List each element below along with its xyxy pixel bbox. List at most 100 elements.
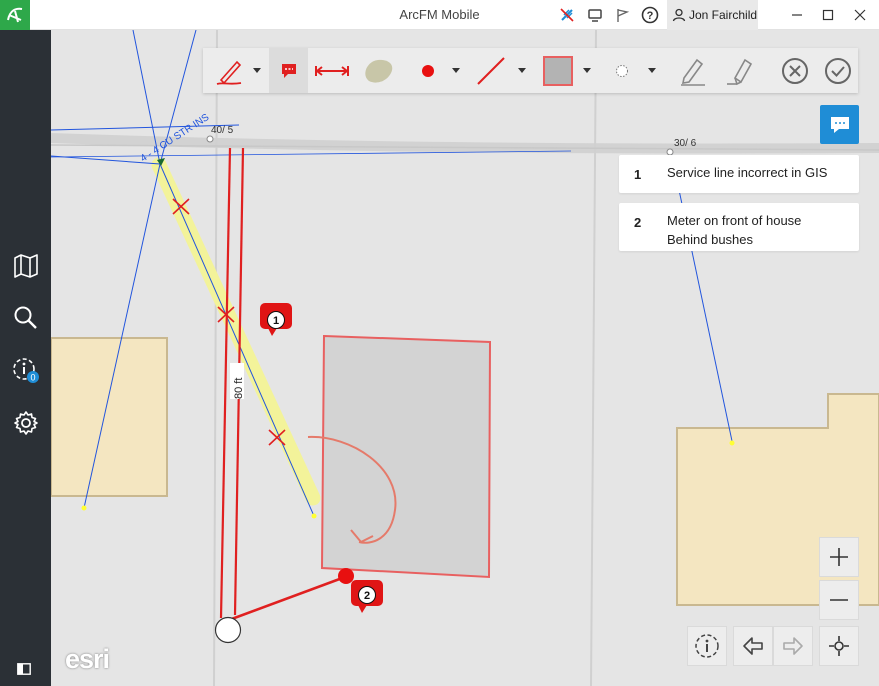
measurement-label: 80 ft — [233, 378, 245, 399]
minus-icon — [830, 599, 848, 601]
eraser-icon — [727, 58, 753, 85]
note-line: Meter on front of house — [667, 213, 802, 228]
note-line: Service line incorrect in GIS — [667, 165, 828, 180]
measure-tool[interactable] — [312, 48, 352, 93]
user-name: Jon Fairchild — [689, 8, 758, 22]
blob-icon — [365, 59, 393, 83]
note-text: Meter on front of house Behind bushes — [667, 211, 801, 249]
note-line: Behind bushes — [667, 232, 754, 247]
map-icon — [13, 254, 38, 278]
point-tool[interactable] — [413, 48, 443, 93]
cancel-circle-icon — [782, 57, 808, 84]
locate-button[interactable] — [819, 626, 859, 666]
edit-tool[interactable] — [674, 48, 712, 93]
minimize-button[interactable] — [781, 0, 813, 30]
sketch-line — [228, 575, 346, 622]
pole-label-left: 40/ 5 — [211, 125, 234, 136]
gis-line — [51, 150, 572, 158]
fill-dropdown[interactable] — [580, 48, 594, 93]
zoom-in-button[interactable] — [819, 537, 859, 577]
arrow-left-icon — [743, 637, 763, 655]
gis-line — [670, 151, 733, 442]
chevron-down-icon — [518, 67, 526, 73]
pen-dropdown[interactable] — [250, 48, 264, 93]
outline-dropdown[interactable] — [645, 48, 659, 93]
back-button[interactable] — [733, 626, 773, 666]
pole-label-right: 30/ 6 — [674, 138, 697, 149]
endpoint — [311, 513, 317, 519]
user-icon — [672, 8, 686, 22]
sketch-area — [320, 334, 492, 579]
pen-tool[interactable] — [211, 48, 249, 93]
sidebar-item-search[interactable] — [0, 298, 51, 338]
user-account[interactable]: Jon Fairchild — [667, 0, 758, 30]
measure-icon — [315, 65, 349, 76]
gps-off-icon[interactable] — [557, 5, 577, 25]
comment-tool[interactable] — [269, 48, 308, 93]
forward-button[interactable] — [773, 626, 813, 666]
gear-icon — [13, 411, 38, 435]
note-marker-label: 2 — [364, 590, 370, 602]
line-tool[interactable] — [471, 48, 511, 93]
fill-color-tool[interactable] — [538, 48, 578, 93]
outline-style-tool[interactable] — [605, 48, 639, 93]
sketch-point — [338, 568, 354, 584]
sidebar-item-map[interactable] — [0, 246, 51, 286]
help-icon[interactable]: ? — [640, 5, 660, 25]
identify-badge: 0 — [30, 373, 35, 383]
edit-icon — [681, 58, 705, 86]
note-marker-2[interactable]: 2 — [351, 580, 383, 613]
zoom-out-button[interactable] — [819, 580, 859, 620]
chevron-down-icon — [583, 67, 591, 73]
chevron-down-icon — [648, 67, 656, 73]
plus-icon — [830, 548, 848, 566]
app-logo-icon — [0, 0, 30, 30]
flag-icon[interactable] — [612, 5, 632, 25]
panel-toggle-icon[interactable] — [17, 662, 31, 675]
line-icon — [477, 56, 505, 85]
note-card-2[interactable]: 2 Meter on front of house Behind bushes — [619, 203, 859, 251]
maximize-button[interactable] — [812, 0, 844, 30]
sidebar-item-identify[interactable]: 0 — [0, 351, 51, 391]
map-view[interactable]: 40/ 5 30/ 6 4 - 4 CU STR INS 80 ft 1 2 e… — [51, 30, 879, 686]
identify-button[interactable] — [687, 626, 727, 666]
identify-icon — [695, 634, 719, 658]
arcfm-window: ArcFM Mobile ? Jon Fairchild 0 40/ 5 30/… — [0, 0, 879, 686]
arrow-right-icon — [783, 637, 803, 655]
map-canvas: 40/ 5 30/ 6 4 - 4 CU STR INS 80 ft 1 2 — [51, 30, 879, 686]
cancel-button[interactable] — [777, 48, 813, 93]
crosshair-icon — [829, 636, 849, 656]
pole — [206, 135, 214, 143]
check-circle-icon — [825, 57, 851, 84]
close-button[interactable] — [844, 0, 876, 30]
identify-icon: 0 — [12, 358, 39, 383]
accept-button[interactable] — [820, 48, 856, 93]
search-icon — [14, 306, 37, 329]
comments-toggle-button[interactable] — [820, 105, 859, 144]
building — [51, 337, 168, 497]
dotted-circle-icon — [616, 64, 628, 77]
sidebar: 0 — [0, 30, 51, 686]
street-edge — [590, 30, 597, 686]
title-bar: ArcFM Mobile ? Jon Fairchild — [0, 0, 879, 30]
chevron-down-icon — [452, 67, 460, 73]
chevron-down-icon — [253, 67, 261, 73]
pen-icon — [216, 60, 242, 85]
endpoint — [81, 505, 87, 511]
esri-logo: esri — [65, 644, 110, 674]
line-dropdown[interactable] — [515, 48, 529, 93]
point-dropdown[interactable] — [449, 48, 463, 93]
note-marker-1[interactable]: 1 — [260, 303, 292, 336]
note-card-1[interactable]: 1 Service line incorrect in GIS — [619, 155, 859, 193]
note-marker-label: 1 — [273, 315, 279, 327]
eraser-tool[interactable] — [720, 48, 758, 93]
service-point — [214, 616, 242, 644]
area-fill-tool[interactable] — [358, 48, 398, 93]
note-number: 2 — [634, 215, 642, 230]
point-icon — [422, 64, 434, 77]
endpoint — [729, 440, 735, 446]
markup-toolbar — [203, 48, 858, 93]
comment-icon — [830, 116, 849, 133]
sidebar-item-settings[interactable] — [0, 403, 51, 443]
device-icon[interactable] — [585, 5, 605, 25]
